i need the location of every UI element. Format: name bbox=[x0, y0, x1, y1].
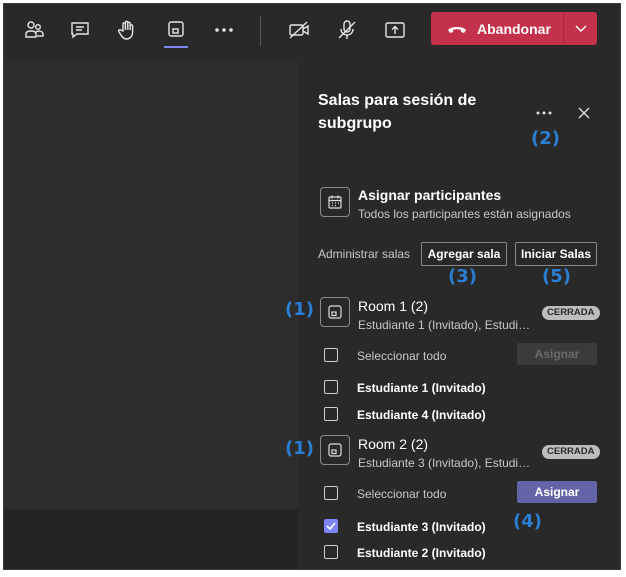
room-2-status-badge: CERRADA bbox=[542, 445, 600, 459]
mic-off-icon[interactable] bbox=[329, 12, 365, 48]
toolbar-divider bbox=[260, 16, 261, 46]
room-1-member-1-label[interactable]: Estudiante 1 (Invitado) bbox=[357, 381, 486, 395]
more-options-button[interactable] bbox=[532, 101, 556, 125]
leave-main[interactable]: Abandonar bbox=[431, 12, 563, 45]
share-icon[interactable] bbox=[377, 12, 413, 48]
assign-participants-title[interactable]: Asignar participantes bbox=[358, 187, 501, 203]
room-2-member-2-label[interactable]: Estudiante 2 (Invitado) bbox=[357, 546, 486, 560]
room-2-icon bbox=[320, 435, 350, 465]
panel-title: Salas para sesión de subgrupo bbox=[318, 92, 477, 132]
room-1-member-2-label[interactable]: Estudiante 4 (Invitado) bbox=[357, 408, 486, 422]
raise-hand-icon[interactable] bbox=[109, 12, 145, 48]
meeting-stage bbox=[4, 59, 298, 569]
leave-label: Abandonar bbox=[477, 20, 551, 37]
checkmark-icon bbox=[326, 522, 336, 531]
callout-assign: (4) bbox=[513, 511, 542, 532]
meeting-toolbar: Abandonar bbox=[4, 4, 620, 59]
room-2-assign-button[interactable]: Asignar bbox=[517, 481, 597, 503]
room-2-member-2-checkbox[interactable] bbox=[324, 545, 338, 559]
participants-icon[interactable] bbox=[16, 12, 52, 48]
callout-add-room: (3) bbox=[448, 266, 477, 287]
room-1-icon bbox=[320, 297, 350, 327]
room-1-select-all-checkbox[interactable] bbox=[324, 348, 338, 362]
leave-button[interactable]: Abandonar bbox=[431, 12, 597, 45]
close-icon bbox=[578, 107, 590, 119]
start-rooms-button[interactable]: Iniciar Salas bbox=[515, 242, 597, 266]
room-2-select-all-label[interactable]: Seleccionar todo bbox=[357, 487, 446, 501]
room-1-member-2-checkbox[interactable] bbox=[324, 407, 338, 421]
add-room-button[interactable]: Agregar sala bbox=[421, 242, 507, 266]
chevron-down-icon bbox=[574, 24, 587, 32]
room-1-members-summary: Estudiante 1 (Invitado), Estudiante 4 (I… bbox=[358, 318, 533, 332]
room-2-member-1-label[interactable]: Estudiante 3 (Invitado) bbox=[357, 520, 486, 534]
room-2-member-1-checkbox[interactable] bbox=[324, 519, 338, 533]
more-icon[interactable] bbox=[206, 12, 242, 48]
more-icon bbox=[536, 111, 552, 115]
callout-room-1: (1) bbox=[285, 299, 314, 320]
assign-participants-icon[interactable] bbox=[320, 187, 350, 217]
room-1-assign-button[interactable]: Asignar bbox=[517, 343, 597, 365]
chat-icon[interactable] bbox=[62, 12, 98, 48]
room-1-member-1-checkbox[interactable] bbox=[324, 380, 338, 394]
room-2-members-summary: Estudiante 3 (Invitado), Estudiante 2 (I… bbox=[358, 456, 533, 470]
meeting-stage-bottom bbox=[4, 509, 298, 569]
room-1-status-badge: CERRADA bbox=[542, 306, 600, 320]
breakout-rooms-panel: Salas para sesión de subgrupo Asignar pa… bbox=[298, 59, 620, 569]
room-1-name[interactable]: Room 1 (2) bbox=[358, 298, 428, 314]
close-button[interactable] bbox=[572, 101, 596, 125]
callout-room-2: (1) bbox=[285, 438, 314, 459]
callout-start-rooms: (5) bbox=[542, 266, 571, 287]
leave-options-dropdown[interactable] bbox=[564, 12, 597, 45]
callout-more-options: (2) bbox=[531, 128, 560, 149]
assign-participants-subtitle: Todos los participantes están asignados bbox=[358, 207, 571, 221]
room-2-name[interactable]: Room 2 (2) bbox=[358, 436, 428, 452]
room-2-select-all-checkbox[interactable] bbox=[324, 486, 338, 500]
camera-off-icon[interactable] bbox=[281, 12, 317, 48]
phone-hangup-icon bbox=[448, 26, 466, 33]
teams-meeting-window: Abandonar Salas para sesión de subgrupo … bbox=[3, 3, 621, 570]
manage-rooms-label: Administrar salas bbox=[318, 247, 411, 261]
room-1-select-all-label[interactable]: Seleccionar todo bbox=[357, 349, 446, 363]
active-tab-indicator bbox=[164, 46, 188, 48]
breakout-rooms-icon[interactable] bbox=[158, 12, 194, 48]
